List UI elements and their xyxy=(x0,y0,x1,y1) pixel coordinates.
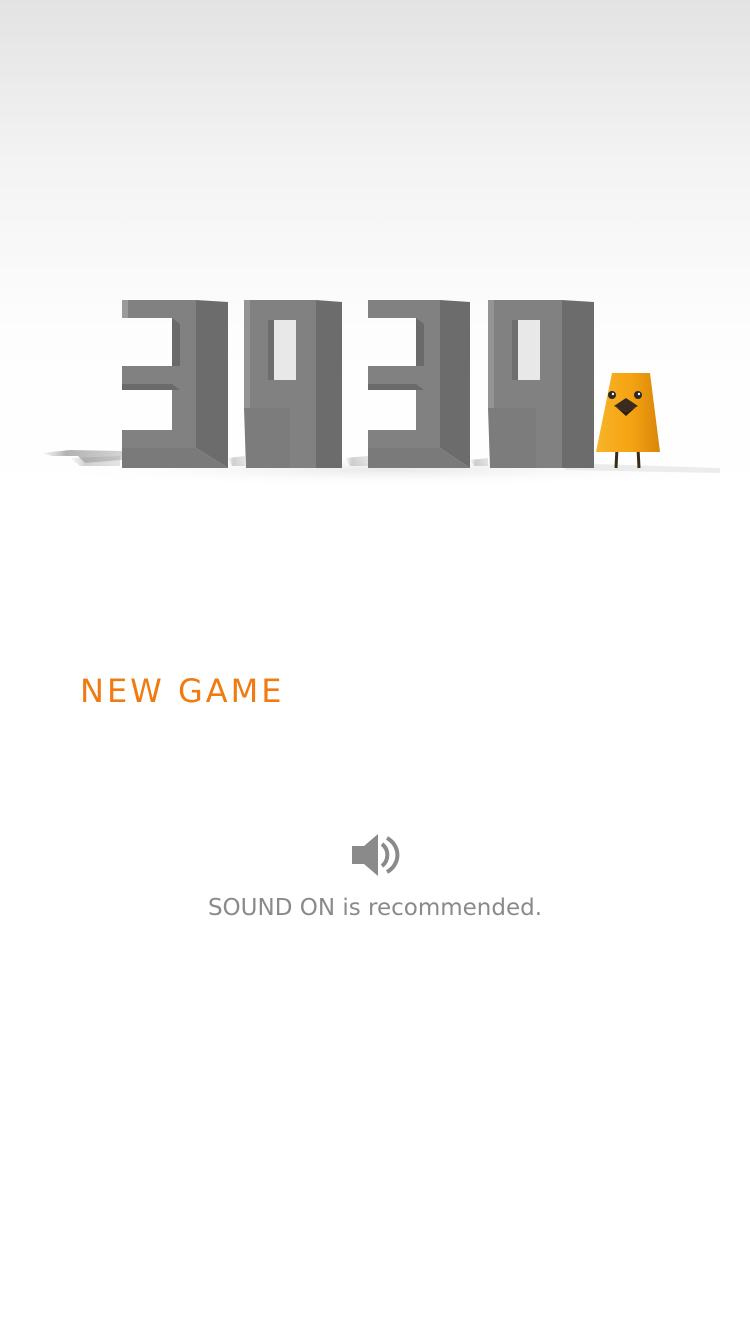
sound-recommendation-text: SOUND ON is recommended. xyxy=(207,895,543,921)
logo-digit-3-first xyxy=(122,300,228,468)
mascot-character xyxy=(596,373,660,469)
logo-digit-3-second xyxy=(368,300,470,468)
logo-title-text: 3939 xyxy=(0,0,1,1)
logo-digit-9-second xyxy=(488,300,594,468)
game-logo xyxy=(30,300,750,486)
logo-digit-9-first xyxy=(244,300,342,468)
title-screen: 3939 NEW GAME SOUND ON is recommended. xyxy=(0,0,750,1334)
speaker-icon xyxy=(352,834,400,876)
new-game-button[interactable]: NEW GAME xyxy=(80,667,284,715)
